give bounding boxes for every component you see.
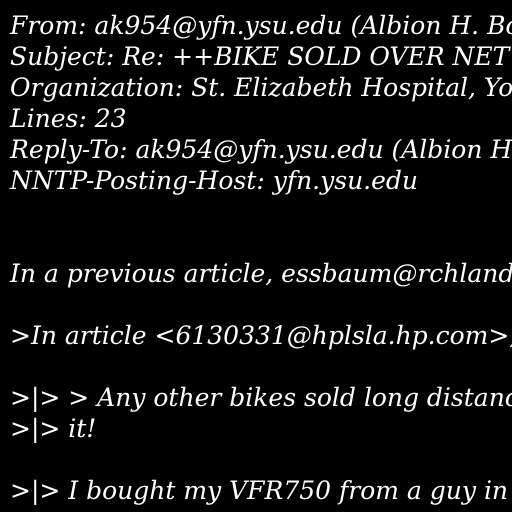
quoted-line-2a: >|> > Any other bikes sold long distance… [10,383,512,412]
quoted-line-3: >|> I bought my VFR750 from a guy in Sa [10,476,512,505]
quoted-line-2b: >|> it! [10,414,97,443]
header-from: From: ak954@yfn.ysu.edu (Albion H. Bow [10,11,512,40]
header-reply-to: Reply-To: ak954@yfn.ysu.edu (Albion H. [10,135,512,164]
body-intro-line: In a previous article, essbaum@rchland.v [10,259,512,288]
quoted-line-1: >In article <6130331@hplsla.hp.com>, i [10,321,512,350]
header-subject: Subject: Re: ++BIKE SOLD OVER NET 6 [10,42,512,71]
header-lines: Lines: 23 [10,104,127,133]
header-organization: Organization: St. Elizabeth Hospital, Yo… [10,73,512,102]
header-nntp-host: NNTP-Posting-Host: yfn.ysu.edu [10,166,419,195]
text-viewer-screen: From: ak954@yfn.ysu.edu (Albion H. Bow S… [0,0,512,512]
